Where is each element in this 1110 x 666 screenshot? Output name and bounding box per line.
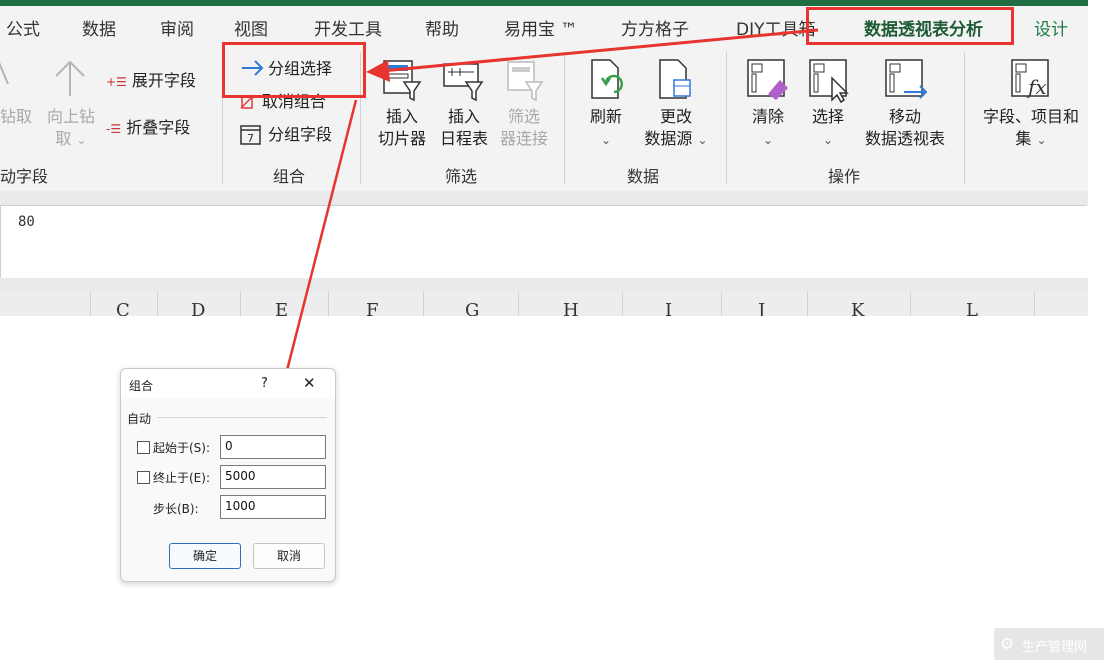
- section-auto: 自动: [127, 412, 152, 426]
- cancel-button[interactable]: 取消: [253, 543, 325, 569]
- end-auto-checkbox[interactable]: [137, 471, 150, 484]
- dialog-title: 组合: [129, 379, 154, 393]
- start-input[interactable]: 0: [220, 435, 326, 459]
- end-label: 终止于(E):: [153, 471, 210, 485]
- start-label: 起始于(S):: [153, 441, 211, 455]
- help-icon[interactable]: ?: [261, 376, 268, 391]
- step-label: 步长(B):: [153, 502, 199, 516]
- ok-button[interactable]: 确定: [169, 543, 241, 569]
- watermark-text: 生产管理网: [1022, 640, 1088, 655]
- group-dialog: 组合 ? ✕ 自动 起始于(S): 0 终止于(E): 5000 步长(B): …: [120, 368, 336, 582]
- step-input[interactable]: 1000: [220, 495, 326, 519]
- watermark: ⚙ 生产管理网: [994, 628, 1104, 660]
- start-auto-checkbox[interactable]: [137, 441, 150, 454]
- gear-icon: ⚙: [1000, 634, 1015, 653]
- section-divider: [157, 417, 327, 418]
- close-icon[interactable]: ✕: [303, 374, 316, 392]
- end-input[interactable]: 5000: [220, 465, 326, 489]
